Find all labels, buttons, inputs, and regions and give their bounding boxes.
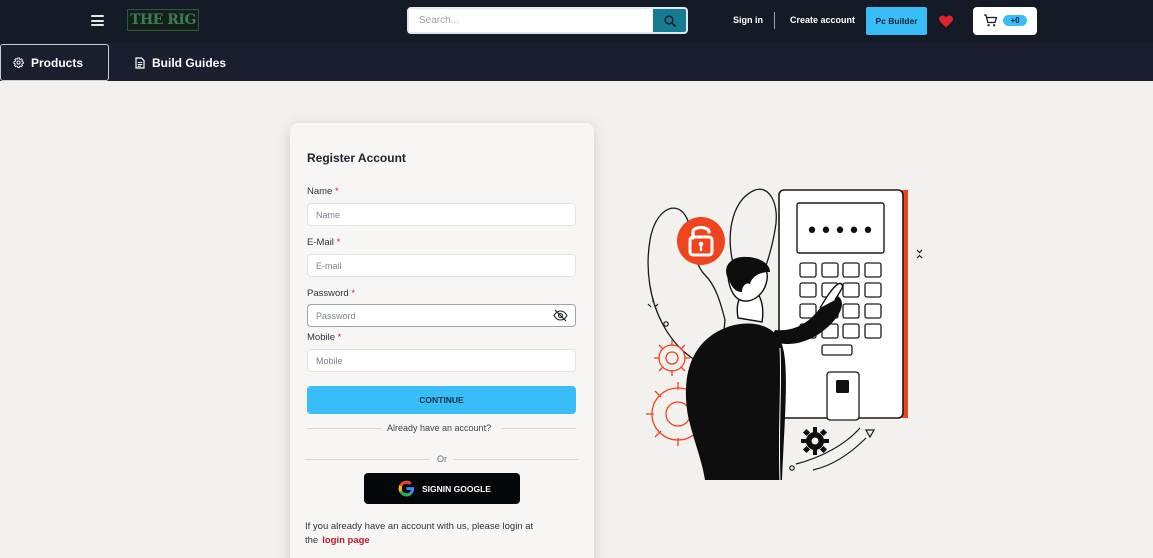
already-have-account-text[interactable]: Already have an account? <box>387 423 491 433</box>
search-button[interactable] <box>653 9 686 32</box>
tab-build-guides-label: Build Guides <box>152 55 227 70</box>
top-navbar: THE RIG Sign in Create account Pc Builde… <box>0 0 1153 43</box>
email-field[interactable] <box>307 254 576 277</box>
pc-builder-button[interactable]: Pc Builder <box>866 7 927 35</box>
divider-line <box>307 428 382 429</box>
divider-line <box>305 459 430 460</box>
cart-button[interactable]: +0 <box>973 7 1037 35</box>
eye-off-icon[interactable] <box>553 309 568 322</box>
sign-in-link[interactable]: Sign in <box>733 15 763 25</box>
search-icon <box>664 15 676 27</box>
nav-divider <box>774 12 775 29</box>
divider-line <box>454 459 579 460</box>
name-field[interactable] <box>307 203 576 226</box>
name-label: Name * <box>307 186 339 197</box>
tab-products-label: Products <box>31 55 84 70</box>
google-icon <box>398 480 415 497</box>
mobile-field[interactable] <box>307 349 576 372</box>
register-card: Register Account Name * E-Mail * Passwor… <box>290 123 594 558</box>
tab-build-guides[interactable]: Build Guides <box>135 44 226 81</box>
login-note: If you already have an account with us, … <box>305 521 534 546</box>
search-bar <box>407 7 688 34</box>
svg-text:•••••: ••••• <box>806 219 876 244</box>
search-input[interactable] <box>409 9 653 32</box>
continue-button[interactable]: CONTINUE <box>307 386 576 414</box>
heart-icon[interactable] <box>938 13 954 29</box>
form-title: Register Account <box>307 151 406 165</box>
security-illustration: ••••• <box>646 188 923 481</box>
document-icon <box>135 56 145 69</box>
google-signin-button[interactable]: SIGNIN GOOGLE <box>364 473 520 504</box>
menu-icon[interactable] <box>91 15 104 26</box>
login-page-link[interactable]: login page <box>322 535 370 546</box>
cart-icon <box>984 14 998 27</box>
password-field[interactable] <box>307 304 576 327</box>
gear-icon <box>13 57 24 68</box>
category-nav: Products Build Guides <box>0 43 1153 81</box>
google-signin-label: SIGNIN GOOGLE <box>422 484 491 494</box>
or-separator: Or <box>437 454 447 464</box>
cart-count-badge: +0 <box>1003 15 1027 26</box>
divider-line <box>501 428 576 429</box>
password-label: Password * <box>307 288 356 299</box>
tab-products[interactable]: Products <box>0 44 109 81</box>
site-logo[interactable]: THE RIG <box>127 9 199 31</box>
email-label: E-Mail * <box>307 237 341 248</box>
mobile-label: Mobile * <box>307 332 342 343</box>
create-account-link[interactable]: Create account <box>790 15 855 25</box>
